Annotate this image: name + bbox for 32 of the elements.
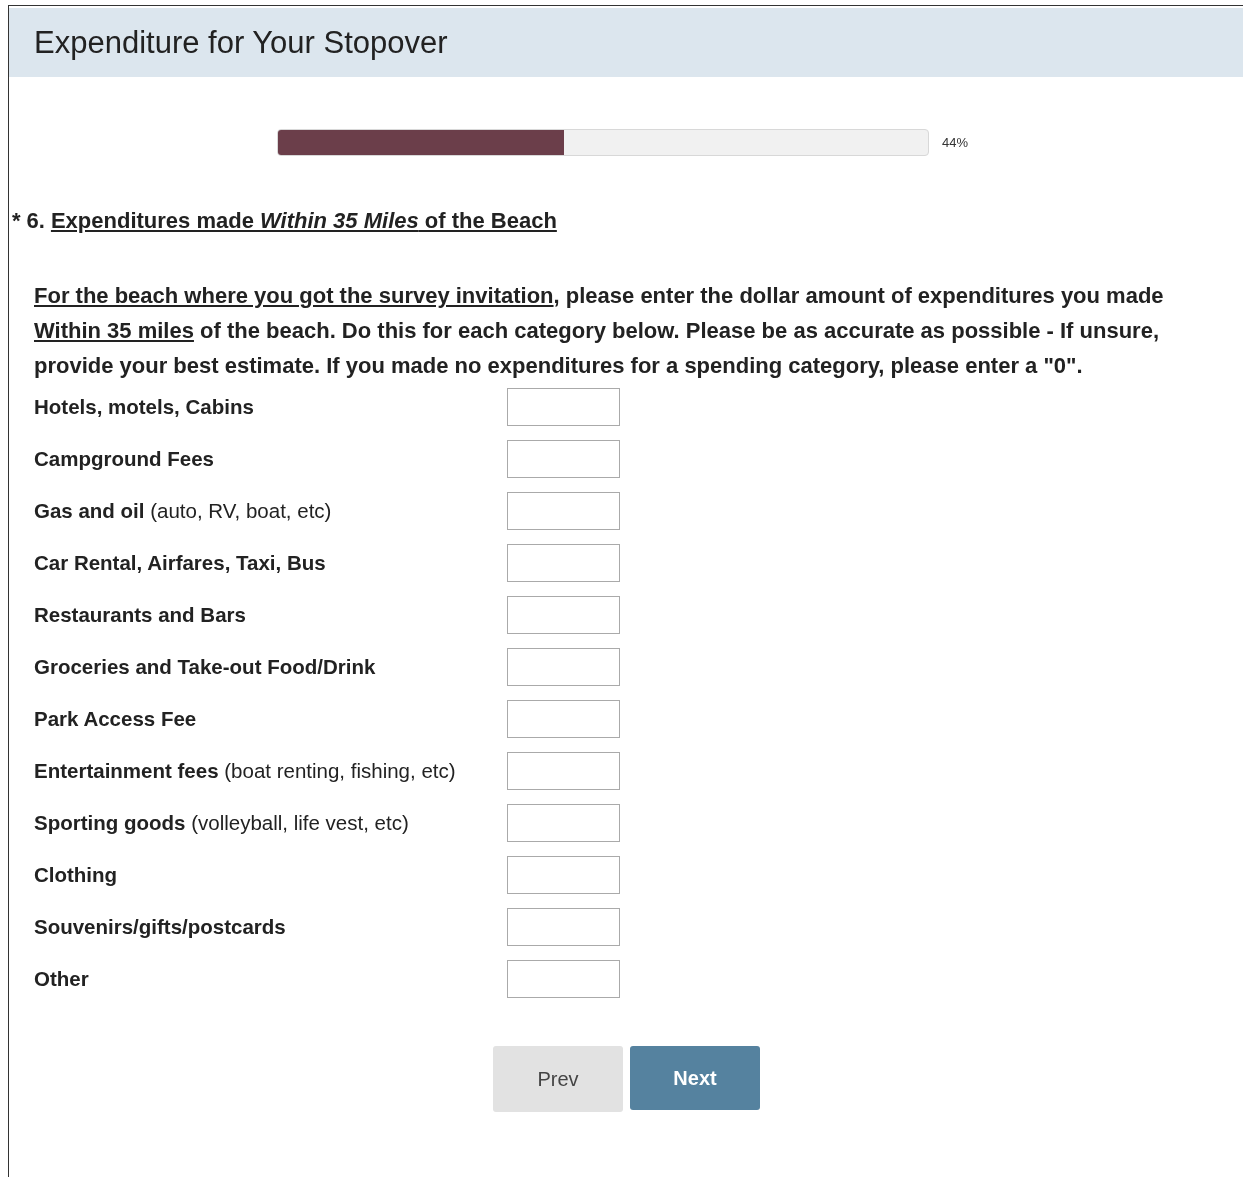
category-label: Car Rental, Airfares, Taxi, Bus [34, 551, 327, 575]
amount-field[interactable] [507, 752, 620, 790]
category-label: Restaurants and Bars [34, 603, 247, 627]
amount-field[interactable] [507, 596, 620, 634]
amount-field[interactable] [507, 804, 620, 842]
amount-field[interactable] [507, 700, 620, 738]
amount-field[interactable] [507, 492, 620, 530]
amount-field[interactable] [507, 960, 620, 998]
category-label: Groceries and Take-out Food/Drink [34, 655, 377, 679]
amount-field[interactable] [507, 440, 620, 478]
progress-percent: 44% [942, 135, 969, 150]
instructions-text: For the beach where you got the survey invitation, please enter the dollar amount of expenditures you made Within 35 miles of the beach. Do this for each category below. Please be as accurate as possible - If unsure, provide your best estimate. If you made no expenditures for a spending category, please enter a "0". [34, 282, 1165, 380]
category-label: Sporting goods (volleyball, life vest, etc) [34, 811, 410, 835]
amount-field[interactable] [507, 648, 620, 686]
amount-field[interactable] [507, 856, 620, 894]
next-button[interactable]: Next [630, 1046, 760, 1110]
question-number: 6. [26, 208, 45, 234]
category-label: Park Access Fee [34, 707, 198, 731]
page-title: Expenditure for Your Stopover [34, 24, 448, 61]
category-label: Other [34, 967, 90, 991]
category-label: Souvenirs/gifts/postcards [34, 915, 287, 939]
amount-field[interactable] [507, 908, 620, 946]
category-label: Gas and oil (auto, RV, boat, etc) [34, 499, 333, 523]
prev-button[interactable]: Prev [493, 1046, 623, 1112]
amount-field[interactable] [507, 388, 620, 426]
category-label: Hotels, motels, Cabins [34, 395, 255, 419]
amount-field[interactable] [507, 544, 620, 582]
category-label: Entertainment fees (boat renting, fishing, etc) [34, 759, 457, 783]
category-label: Campground Fees [34, 447, 215, 471]
question-title: Expenditures made Within 35 Miles of the Beach [50, 208, 557, 234]
required-mark: * [12, 208, 21, 234]
category-label: Clothing [34, 863, 119, 887]
